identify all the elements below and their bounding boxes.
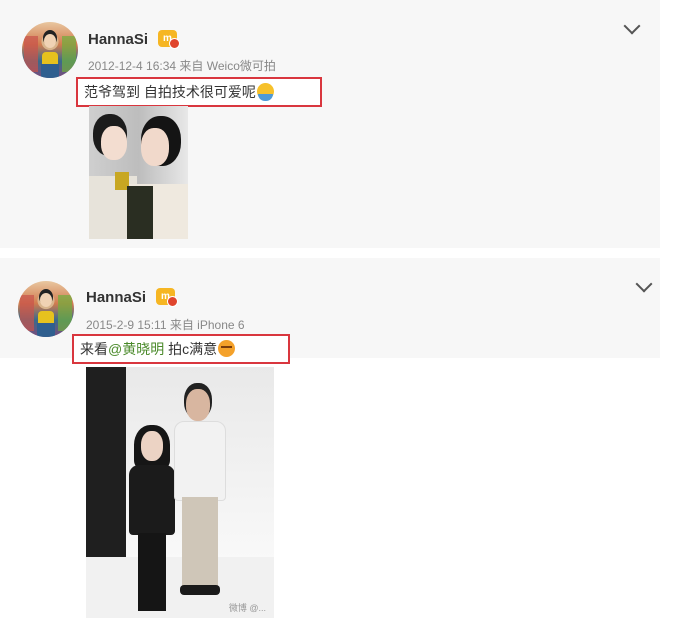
post-image[interactable]: 微博 @...: [86, 367, 274, 618]
man-face: [186, 389, 210, 421]
person-2-face: [141, 128, 169, 166]
person-1-face: [101, 126, 127, 160]
weibo-post-2: HannaSi m 2015-2-9 15:11 来自 iPhone 6 来看@…: [0, 258, 682, 628]
man-shoes: [180, 585, 220, 595]
image-watermark: 微博 @...: [228, 603, 266, 613]
post-text: 范爷驾到 自拍技术很可爱呢: [76, 77, 322, 107]
avatar-skirt: [37, 323, 55, 337]
weibo-post-1: HannaSi m 2012-12-4 16:34 来自 Weico微可拍 范爷…: [0, 0, 660, 248]
smug-emoji-icon: [218, 340, 236, 357]
woman-body: [129, 465, 175, 535]
person-2-scarf: [127, 186, 153, 239]
chevron-down-icon[interactable]: [623, 17, 641, 35]
man-legs: [182, 497, 218, 589]
username[interactable]: HannaSi: [86, 289, 146, 306]
post-text-content: 范爷驾到 自拍技术很可爱呢: [84, 84, 256, 100]
studio-umbrella: [86, 367, 126, 577]
post-meta[interactable]: 2012-12-4 16:34 来自 Weico微可拍: [88, 57, 276, 74]
username[interactable]: HannaSi: [88, 31, 148, 48]
avatar[interactable]: [18, 281, 74, 337]
avatar-skirt: [41, 64, 59, 78]
avatar-head: [44, 34, 56, 48]
woman-face: [141, 431, 163, 461]
avatar-shelf-left: [24, 36, 38, 72]
avatar[interactable]: [22, 22, 78, 78]
hug-emoji-icon: [256, 83, 274, 101]
post-text-content: 来看: [80, 341, 108, 357]
vip-badge-icon[interactable]: m: [158, 30, 180, 49]
post-text-content-after: 拍c满意: [164, 341, 218, 357]
woman-legs: [138, 533, 166, 611]
man-body: [174, 421, 226, 501]
avatar-shelf-left: [20, 295, 34, 331]
post-image[interactable]: [89, 106, 188, 239]
vip-badge-icon[interactable]: m: [156, 288, 178, 307]
avatar-shelf-right: [58, 295, 72, 331]
post-text: 来看@黄晓明 拍c满意: [72, 334, 290, 364]
mention-link[interactable]: @黄晓明: [108, 341, 164, 357]
avatar-head: [40, 293, 52, 307]
avatar-shelf-right: [62, 36, 76, 72]
post-meta[interactable]: 2015-2-9 15:11 来自 iPhone 6: [86, 316, 245, 333]
